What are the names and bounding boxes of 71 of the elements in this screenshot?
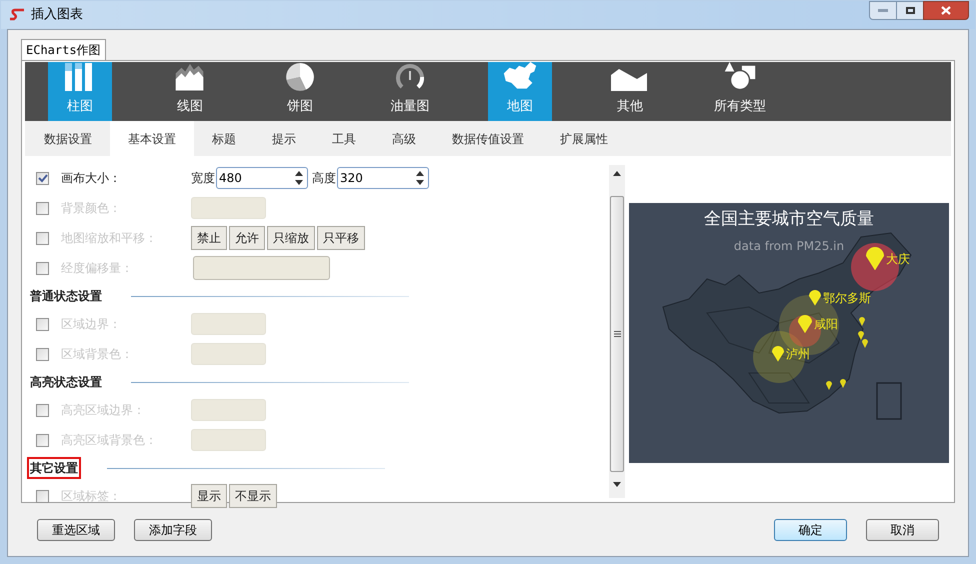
- bar-chart-icon: [65, 62, 95, 90]
- city-label: 泸州: [786, 346, 810, 363]
- checkbox[interactable]: [36, 404, 49, 416]
- spin-arrows-icon: [415, 170, 425, 186]
- input-field[interactable]: [191, 343, 266, 365]
- option-button[interactable]: 允许: [229, 226, 265, 250]
- input-field[interactable]: [193, 256, 330, 280]
- scrollbar[interactable]: [609, 165, 625, 498]
- tab[interactable]: ECharts作图: [21, 39, 106, 60]
- scroll-thumb[interactable]: [610, 196, 624, 472]
- chart-title: 全国主要城市空气质量: [704, 208, 874, 231]
- window-title: 插入图表: [31, 6, 83, 24]
- input-field[interactable]: [191, 197, 266, 219]
- option-button[interactable]: 不显示: [229, 484, 277, 508]
- setting-label: 区域边界：: [61, 316, 122, 333]
- option-button[interactable]: 只平移: [317, 226, 365, 250]
- city-label: 咸阳: [814, 316, 838, 334]
- setting-label: 高亮区域背景色：: [61, 432, 158, 449]
- setting-label: 背景颜色：: [61, 200, 122, 217]
- checkmark-icon: [38, 174, 48, 182]
- dialog-button[interactable]: 取消: [866, 518, 939, 540]
- city-label: 鄂尔多斯: [823, 290, 871, 307]
- input-field[interactable]: [191, 313, 266, 335]
- mountain-shape-icon: [611, 68, 649, 90]
- input-field[interactable]: [191, 429, 266, 451]
- map-pin-icon: [809, 290, 821, 306]
- maximize-button[interactable]: [897, 1, 923, 20]
- checkbox[interactable]: [36, 348, 49, 360]
- checkbox[interactable]: [36, 434, 49, 446]
- city-label: 大庆: [886, 250, 910, 268]
- section-title: 其它设置: [27, 457, 81, 479]
- chart-subtitle: data from PM25.in: [734, 238, 844, 254]
- spinner-label: 宽度: [191, 170, 215, 187]
- setting-label: 地图缩放和平移：: [61, 230, 158, 247]
- section-title: 高亮状态设置: [29, 374, 103, 391]
- option-button[interactable]: 只缩放: [267, 226, 315, 250]
- checkbox[interactable]: [36, 262, 49, 274]
- map-pin-icon: [798, 315, 812, 334]
- footer-button[interactable]: 重选区域: [37, 518, 115, 540]
- map-pin-icon: [866, 247, 884, 270]
- checkbox[interactable]: [36, 232, 49, 244]
- input-field[interactable]: [191, 399, 266, 421]
- checkbox[interactable]: [36, 490, 49, 502]
- app-logo-icon: [9, 8, 25, 22]
- scroll-up-icon: [613, 171, 621, 176]
- spinner-label: 高度: [312, 170, 336, 187]
- map-pin-icon: [772, 346, 784, 362]
- setting-label: 高亮区域边界：: [61, 402, 146, 419]
- checkbox[interactable]: [36, 172, 49, 184]
- number-spinner[interactable]: 480: [216, 167, 308, 189]
- checkbox[interactable]: [36, 202, 49, 214]
- settings-tab[interactable]: 基本设置: [110, 121, 194, 156]
- checkbox[interactable]: [36, 318, 49, 330]
- setting-label: 区域标签：: [61, 488, 122, 505]
- pie-chart-icon: [286, 62, 314, 90]
- setting-label: 画布大小：: [61, 170, 122, 187]
- option-button[interactable]: 显示: [191, 484, 227, 508]
- close-button[interactable]: [923, 1, 969, 20]
- setting-label: 经度偏移量：: [61, 260, 134, 277]
- section-title: 普通状态设置: [29, 288, 103, 305]
- grip-icon: [614, 331, 620, 337]
- close-icon: [941, 6, 951, 15]
- gauge-icon: [396, 62, 424, 90]
- dialog-button[interactable]: 确定: [774, 518, 847, 540]
- scroll-down-icon: [613, 482, 621, 487]
- footer-button[interactable]: 添加字段: [134, 518, 212, 540]
- setting-label: 区域背景色：: [61, 346, 134, 363]
- spin-arrows-icon: [294, 170, 304, 186]
- number-spinner[interactable]: 320: [337, 167, 429, 189]
- option-button[interactable]: 禁止: [191, 226, 227, 250]
- area-chart-icon: [175, 62, 205, 90]
